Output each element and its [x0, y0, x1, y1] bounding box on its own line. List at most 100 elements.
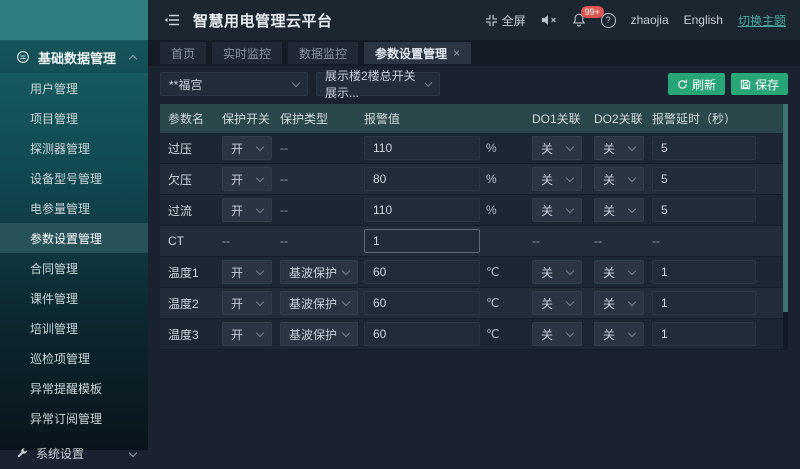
do1-select[interactable]: 关 [532, 198, 582, 222]
sidebar-item-label: 用户管理 [30, 80, 78, 97]
sidebar-item[interactable]: 巡检项管理 [0, 343, 148, 373]
save-icon [740, 79, 751, 90]
sidebar-item[interactable]: 异常订阅管理 [0, 403, 148, 433]
protect-switch-select[interactable]: 开 [222, 322, 272, 346]
project-select[interactable]: **福宫 [160, 72, 308, 96]
wrench-icon [16, 447, 28, 459]
sidebar-item-label: 参数设置管理 [30, 230, 102, 247]
do2-cell: -- [594, 234, 652, 248]
sidebar-item[interactable]: 异常提醒模板 [0, 373, 148, 403]
sidebar-item[interactable]: 参数设置管理 [0, 223, 148, 253]
do1-select[interactable]: 关 [532, 260, 582, 284]
database-icon [16, 50, 30, 64]
column-header: 报警值 [364, 110, 532, 127]
alarm-delay-cell: -- [652, 234, 788, 248]
alarm-delay-input[interactable] [652, 167, 756, 191]
select-value: 关 [603, 202, 615, 219]
chevron-down-icon [566, 142, 574, 150]
fullscreen-button[interactable]: 全屏 [485, 12, 526, 29]
sidebar-item[interactable]: 培训管理 [0, 313, 148, 343]
tab[interactable]: 首页 [160, 42, 206, 64]
protect-switch-select[interactable]: 开 [222, 167, 272, 191]
alarm-value-input[interactable] [364, 167, 480, 191]
sidebar-group-system-settings[interactable]: 系统设置 [0, 437, 148, 469]
select-value: 基波保护 [289, 326, 337, 343]
param-name: 欠压 [160, 171, 222, 188]
sidebar-items: 用户管理 项目管理 探测器管理 设备型号管理 电参量管理 参数设置管理 合同管理… [0, 73, 148, 433]
table-scrollbar-track[interactable] [783, 104, 788, 350]
select-value: 关 [541, 202, 553, 219]
project-select-value: **福宫 [169, 76, 202, 93]
theme-toggle-link[interactable]: 切换主题 [738, 12, 786, 29]
select-value: 关 [541, 171, 553, 188]
empty-value: -- [280, 234, 288, 248]
chevron-down-icon [628, 173, 636, 181]
alarm-delay-input[interactable] [652, 260, 756, 284]
do1-cell: 关 [532, 167, 594, 191]
logo-block [0, 0, 148, 41]
protect-switch-select[interactable]: 开 [222, 198, 272, 222]
notifications-button[interactable]: 99+ [572, 13, 586, 27]
do2-select[interactable]: 关 [594, 260, 644, 284]
alarm-value-input[interactable] [364, 260, 480, 284]
save-button[interactable]: 保存 [731, 73, 788, 95]
table-scrollbar-thumb[interactable] [783, 104, 788, 312]
alarm-value-input[interactable] [364, 322, 480, 346]
do1-select[interactable]: 关 [532, 291, 582, 315]
chevron-down-icon [342, 297, 350, 305]
select-value: 开 [231, 295, 243, 312]
alarm-delay-input[interactable] [652, 322, 756, 346]
alarm-value-input[interactable] [364, 229, 480, 253]
do1-select[interactable]: 关 [532, 136, 582, 160]
sidebar-group-basic-data[interactable]: 基础数据管理 [0, 41, 148, 73]
chevron-down-icon [256, 142, 264, 150]
tab[interactable]: 参数设置管理 × [364, 42, 471, 64]
sidebar-item[interactable]: 电参量管理 [0, 193, 148, 223]
sidebar-item-label: 设备型号管理 [30, 170, 102, 187]
sidebar-item[interactable]: 合同管理 [0, 253, 148, 283]
sidebar-item[interactable]: 课件管理 [0, 283, 148, 313]
close-tab-icon[interactable]: × [453, 46, 460, 60]
alarm-delay-input[interactable] [652, 291, 756, 315]
device-select[interactable]: 展示楼2楼总开关展示... [316, 72, 440, 96]
tab[interactable]: 实时监控 [212, 42, 282, 64]
chevron-down-icon [256, 297, 264, 305]
column-header: 保护开关 [222, 110, 280, 127]
tab[interactable]: 数据监控 [288, 42, 358, 64]
mute-icon[interactable] [541, 14, 557, 26]
protect-switch-select[interactable]: 开 [222, 291, 272, 315]
username[interactable]: zhaojia [631, 13, 669, 27]
language-switch[interactable]: English [684, 13, 723, 27]
chevron-down-icon [292, 78, 300, 86]
protect-type-select[interactable]: 基波保护 [280, 322, 358, 346]
do2-select[interactable]: 关 [594, 291, 644, 315]
do1-select[interactable]: 关 [532, 322, 582, 346]
topbar: 智慧用电管理云平台 全屏 99+ ? zhaojia English 切换主题 [148, 0, 800, 40]
do2-select[interactable]: 关 [594, 136, 644, 160]
protect-switch-select[interactable]: 开 [222, 260, 272, 284]
do2-select[interactable]: 关 [594, 167, 644, 191]
chevron-down-icon [342, 328, 350, 336]
alarm-delay-input[interactable] [652, 198, 756, 222]
alarm-value-input[interactable] [364, 198, 480, 222]
alarm-value-input[interactable] [364, 291, 480, 315]
sidebar-item[interactable]: 项目管理 [0, 103, 148, 133]
collapse-menu-icon[interactable] [164, 13, 181, 27]
sidebar-item[interactable]: 设备型号管理 [0, 163, 148, 193]
alarm-value-cell: ℃ [364, 322, 532, 346]
do1-select[interactable]: 关 [532, 167, 582, 191]
protect-type-cell: 基波保护 [280, 322, 364, 346]
alarm-value-input[interactable] [364, 136, 480, 160]
select-value: 关 [603, 295, 615, 312]
sidebar-item[interactable]: 探测器管理 [0, 133, 148, 163]
protect-type-select[interactable]: 基波保护 [280, 291, 358, 315]
select-value: 开 [231, 326, 243, 343]
do2-select[interactable]: 关 [594, 198, 644, 222]
alarm-delay-input[interactable] [652, 136, 756, 160]
do2-select[interactable]: 关 [594, 322, 644, 346]
protect-switch-select[interactable]: 开 [222, 136, 272, 160]
protect-type-select[interactable]: 基波保护 [280, 260, 358, 284]
refresh-button[interactable]: 刷新 [668, 73, 725, 95]
chevron-down-icon [256, 328, 264, 336]
sidebar-item[interactable]: 用户管理 [0, 73, 148, 103]
